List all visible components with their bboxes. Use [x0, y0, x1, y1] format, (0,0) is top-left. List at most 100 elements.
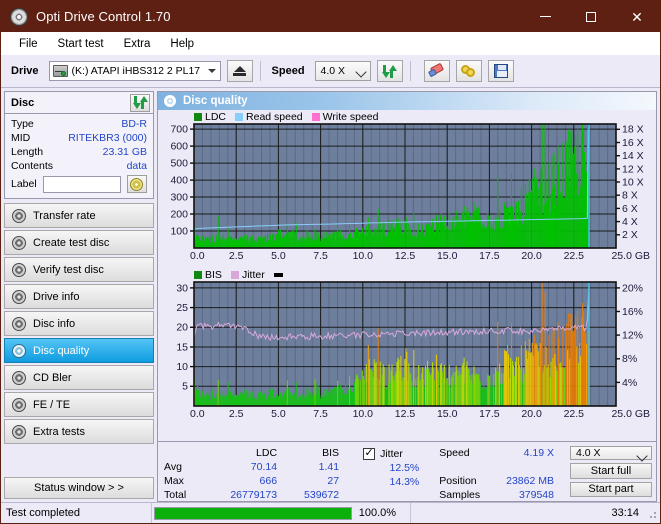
disc-mid-value: RITEKBR3 (000) [68, 132, 147, 144]
disc-icon [12, 262, 26, 277]
menu-item-help[interactable]: Help [160, 35, 204, 53]
status-bar: Test completed 100.0% 33:14 [1, 502, 660, 523]
disc-icon [12, 289, 26, 304]
ldc-chart: LDC Read speed Write speed 100 200 300 4… [158, 110, 656, 268]
legend-item-write-speed: Write speed [311, 111, 379, 123]
sidebar-item-create-test-disc[interactable]: Create test disc [4, 230, 154, 255]
test-speed-select[interactable]: 4.0 X [569, 446, 652, 462]
app-window: Opti Drive Control 1.70 ✕ File Start tes… [0, 0, 661, 524]
svg-text:12 X: 12 X [622, 163, 644, 175]
sidebar-item-label: FE / TE [33, 398, 71, 411]
disc-label-label: Label [11, 178, 37, 190]
svg-text:12.5: 12.5 [395, 250, 416, 262]
legend-swatch-write-speed [311, 113, 320, 121]
window-title: Opti Drive Control 1.70 [36, 9, 171, 24]
legend-marker-icon [273, 273, 283, 277]
svg-text:7.5: 7.5 [313, 250, 328, 262]
sidebar-item-label: Disc quality [33, 344, 90, 357]
stats-max-bis: 27 [327, 475, 340, 487]
menu-item-start-test[interactable]: Start test [48, 35, 114, 53]
stats-avg-jitter: 12.5% [389, 461, 420, 474]
sidebar-item-disc-info[interactable]: Disc info [4, 311, 154, 336]
disc-row-type: Type BD-R [11, 117, 147, 131]
svg-text:16%: 16% [622, 306, 643, 318]
sidebar-nav: Transfer rate Create test disc Verify te… [4, 203, 154, 444]
svg-text:30: 30 [176, 282, 188, 294]
legend-swatch-read-speed [235, 113, 244, 121]
chevron-down-icon [207, 69, 216, 73]
sidebar-item-drive-info[interactable]: Drive info [4, 284, 154, 309]
svg-text:25: 25 [176, 302, 188, 314]
toolbar-divider-1 [259, 61, 261, 81]
sidebar-item-verify-test-disc[interactable]: Verify test disc [4, 257, 154, 282]
status-message: Test completed [6, 507, 80, 519]
disc-icon [164, 95, 176, 107]
drive-select[interactable]: (K:) ATAPI iHBS312 2 PL17 [48, 61, 221, 81]
legend-label-bis: BIS [205, 269, 222, 281]
menu-item-file[interactable]: File [9, 35, 48, 53]
sidebar-item-transfer-rate[interactable]: Transfer rate [4, 203, 154, 228]
stats-header-ldc: LDC [256, 447, 278, 459]
start-full-button[interactable]: Start full [569, 463, 652, 479]
rings-button[interactable] [455, 60, 482, 82]
erase-button[interactable] [423, 60, 450, 82]
speed-measure-value: 4.19 X [523, 447, 554, 459]
samples-row: Samples 379548 [439, 488, 560, 502]
app-disc-icon [10, 7, 28, 26]
svg-text:15: 15 [176, 341, 188, 353]
cd-disc-icon [130, 177, 144, 191]
legend-swatch-ldc [194, 113, 202, 121]
status-window-button[interactable]: Status window > > [4, 477, 154, 499]
sidebar-item-disc-quality[interactable]: Disc quality [4, 338, 154, 363]
samples-value: 379548 [518, 489, 554, 501]
main-content: Disc quality LDC Read speed Write speed … [157, 88, 660, 502]
disc-row-length: Length 23.31 GB [11, 145, 147, 159]
disc-info-panel: Disc Type BD-R MID RITEKBR3 (000) Length… [4, 91, 154, 199]
disc-label-row: Label [11, 175, 147, 193]
start-part-button[interactable]: Start part [569, 481, 652, 497]
jitter-label: Jitter [380, 447, 403, 460]
close-button[interactable]: ✕ [614, 1, 660, 32]
svg-text:14 X: 14 X [622, 150, 644, 162]
svg-text:17.5: 17.5 [479, 408, 500, 420]
svg-text:16 X: 16 X [622, 137, 644, 149]
table-row: 12.5% [363, 461, 425, 475]
sidebar-item-fe-te[interactable]: FE / TE [4, 392, 154, 417]
svg-text:2.5: 2.5 [229, 408, 244, 420]
disc-label-input[interactable] [42, 175, 121, 193]
svg-text:8 X: 8 X [622, 190, 638, 202]
maximize-button[interactable] [568, 1, 614, 32]
minimize-button[interactable] [522, 1, 568, 32]
svg-text:400: 400 [170, 175, 188, 187]
disc-label-apply-button[interactable] [126, 175, 147, 193]
refresh-button[interactable] [376, 60, 403, 82]
spacer-row [439, 460, 560, 474]
svg-text:12.5: 12.5 [395, 408, 416, 420]
close-icon: ✕ [631, 8, 643, 25]
save-button[interactable] [487, 60, 514, 82]
refresh-icon [382, 64, 398, 78]
resize-grip-icon[interactable] [645, 507, 657, 519]
svg-text:15.0: 15.0 [437, 408, 458, 420]
eject-button[interactable] [226, 60, 253, 82]
svg-text:22.5: 22.5 [564, 250, 585, 262]
sidebar-item-label: Create test disc [33, 236, 110, 249]
sidebar-item-extra-tests[interactable]: Extra tests [4, 419, 154, 444]
speed-label: Speed [271, 65, 305, 77]
stats-header-row: LDC BIS [164, 446, 345, 460]
sidebar-item-cd-bler[interactable]: CD Bler [4, 365, 154, 390]
disc-icon [12, 397, 26, 412]
speed-select-value: 4.0 X [320, 65, 346, 77]
table-row: 14.3% [363, 475, 425, 489]
jitter-checkbox[interactable]: ✓ [363, 447, 376, 460]
minimize-icon [539, 16, 551, 17]
disc-icon [12, 424, 26, 439]
svg-text:5.0: 5.0 [271, 250, 286, 262]
disc-refresh-button[interactable] [130, 93, 150, 112]
eject-icon [233, 66, 247, 76]
svg-text:25.0 GB: 25.0 GB [611, 408, 650, 420]
speed-select[interactable]: 4.0 X [314, 61, 371, 81]
disc-panel-header: Disc [5, 92, 153, 114]
menu-item-extra[interactable]: Extra [114, 35, 161, 53]
jitter-table: ✓ Jitter 12.5% 14.3% [363, 446, 425, 503]
